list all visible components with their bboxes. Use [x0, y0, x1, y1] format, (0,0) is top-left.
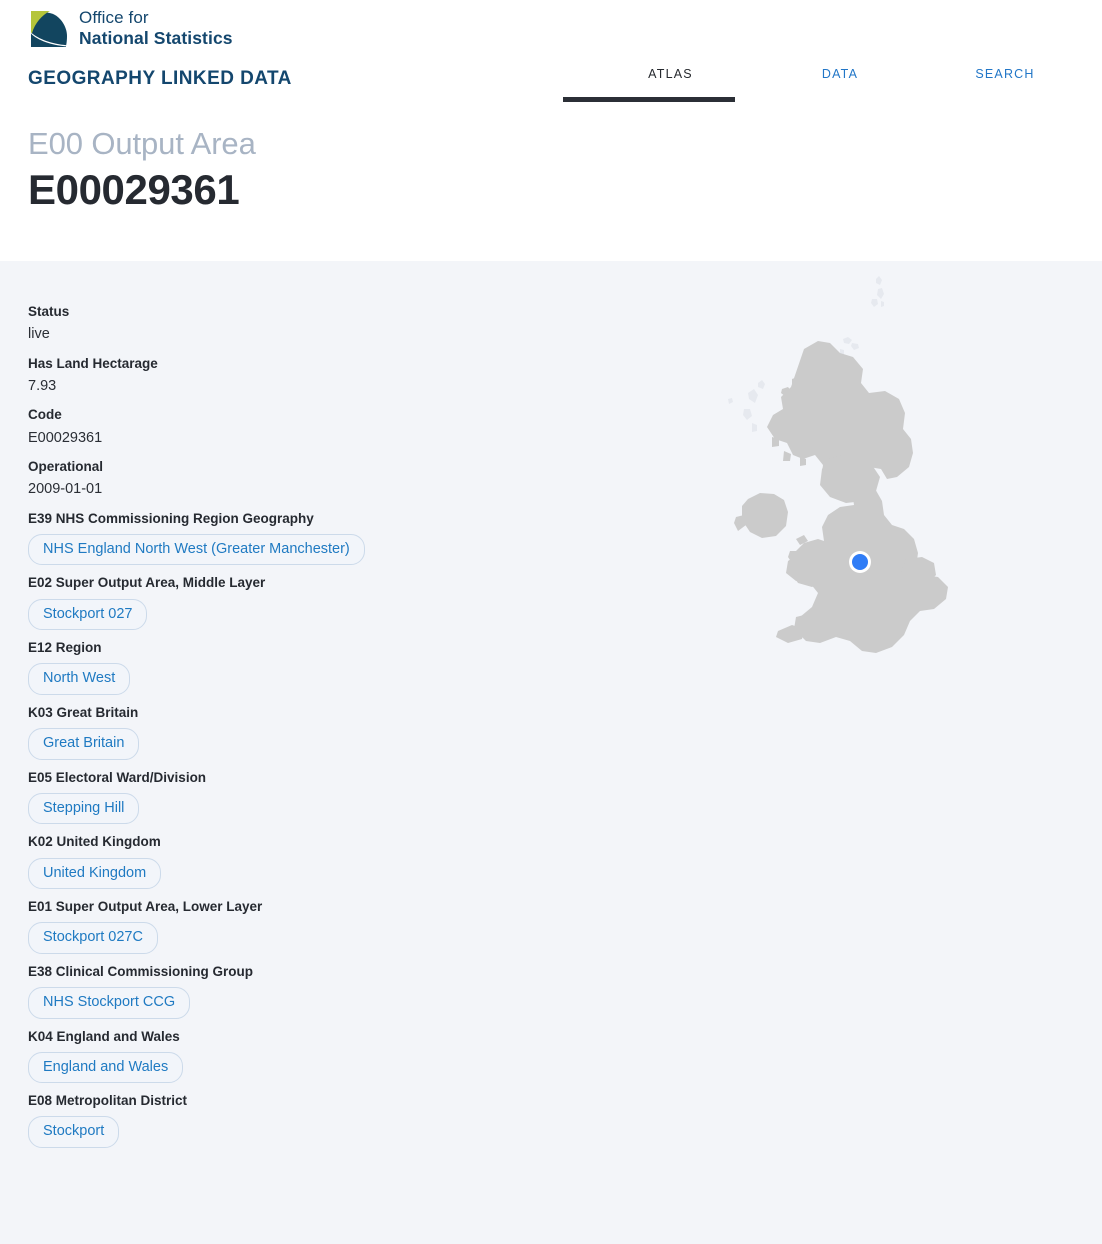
property-value: E00029361	[28, 429, 103, 446]
property-pill-link[interactable]: North West	[28, 663, 131, 695]
property-label: K03 Great Britain	[28, 704, 139, 720]
property-row: E39 NHS Commissioning Region Geography NH…	[28, 501, 628, 566]
property-row: K04 England and Wales England and Wales	[28, 1019, 628, 1084]
property-row: Has Land Hectarage 7.93	[28, 346, 628, 398]
page-title-kind: E00 Output Area	[28, 126, 256, 161]
property-pill-link[interactable]: Stockport 027	[28, 598, 148, 631]
uk-locator-map[interactable]	[700, 271, 980, 671]
property-pill-link[interactable]: NHS England North West (Greater Manchest…	[28, 533, 365, 566]
property-pill-group: NHS Stockport CCG	[28, 981, 628, 1019]
property-pill-group: North West	[28, 657, 628, 695]
brand-line-office-for: Office for	[79, 8, 149, 27]
property-label: E12 Region	[28, 640, 102, 656]
property-label: Operational	[28, 459, 104, 475]
property-pill-group: Great Britain	[28, 722, 628, 760]
property-label: Has Land Hectarage	[28, 355, 158, 371]
property-label: Status	[28, 304, 70, 319]
property-list: Status live Has Land Hectarage 7.93 Code E000…	[28, 294, 628, 1148]
property-pill-link[interactable]: Great Britain	[28, 728, 140, 760]
ons-brand-text: Office for National Statistics	[79, 6, 233, 49]
brand-line-national-statistics: National Statistics	[79, 28, 233, 49]
ons-brand[interactable]: Office for National Statistics	[28, 6, 233, 51]
property-row: E05 Electoral Ward/Division Stepping Hill	[28, 760, 628, 825]
nav-tab-atlas[interactable]: ATLAS	[563, 60, 778, 81]
property-pill-link[interactable]: NHS Stockport CCG	[28, 987, 191, 1019]
property-label: K04 England and Wales	[28, 1028, 180, 1044]
property-label: E38 Clinical Commissioning Group	[28, 963, 254, 979]
uk-locator-map-svg	[700, 271, 980, 671]
property-row: Status live	[28, 294, 628, 346]
page-title: E00 Output Area E00029361	[28, 126, 256, 216]
property-row: E08 Metropolitan District Stockport	[28, 1083, 628, 1148]
property-pill-link[interactable]: Stockport	[28, 1116, 120, 1148]
content-area: Status live Has Land Hectarage 7.93 Code E000…	[0, 261, 1102, 1244]
property-pill-group: England and Wales	[28, 1046, 628, 1084]
property-label: E05 Electoral Ward/Division	[28, 769, 207, 785]
property-value: 7.93	[28, 377, 57, 394]
property-label: E39 NHS Commissioning Region Geography	[28, 510, 314, 526]
property-label: E01 Super Output Area, Lower Layer	[28, 899, 263, 915]
property-label: E08 Metropolitan District	[28, 1093, 188, 1109]
property-pill-group: Stepping Hill	[28, 787, 628, 825]
property-label: E02 Super Output Area, Middle Layer	[28, 575, 266, 591]
property-pill-group: Stockport 027C	[28, 916, 628, 954]
property-row: K03 Great Britain Great Britain	[28, 695, 628, 760]
ons-logo-icon	[30, 10, 68, 47]
property-label: Code	[28, 407, 62, 423]
property-pill-group: United Kingdom	[28, 852, 628, 890]
property-row: E12 Region North West	[28, 630, 628, 695]
property-pill-group: NHS England North West (Greater Manchest…	[28, 528, 628, 566]
property-row: E02 Super Output Area, Middle Layer Stock…	[28, 565, 628, 631]
page-title-code: E00029361	[28, 166, 240, 214]
nav-tab-data[interactable]: DATA	[755, 60, 925, 81]
property-row: E01 Super Output Area, Lower Layer Stockp…	[28, 889, 628, 954]
site-title: GEOGRAPHY LINKED DATA	[28, 68, 292, 89]
site-header: Office for National Statistics GEOGRAPHY…	[0, 0, 1102, 261]
property-pill-group: Stockport	[28, 1110, 628, 1148]
property-row: K02 United Kingdom United Kingdom	[28, 824, 628, 890]
map-location-marker[interactable]	[849, 551, 871, 573]
property-pill-group: Stockport 027	[28, 593, 628, 631]
property-pill-link[interactable]: Stockport 027C	[28, 922, 158, 954]
property-pill-link[interactable]: Stepping Hill	[28, 792, 140, 825]
property-label: K02 United Kingdom	[28, 834, 161, 850]
nav-active-underline	[563, 97, 735, 102]
property-value: 2009-01-01	[28, 481, 103, 498]
property-pill-link[interactable]: England and Wales	[28, 1051, 184, 1084]
property-value: live	[28, 326, 50, 343]
property-row: Operational 2009-01-01	[28, 449, 628, 501]
property-row: Code E00029361	[28, 397, 628, 449]
main-nav: ATLAS DATA SEARCH	[520, 60, 1080, 105]
property-row: E38 Clinical Commissioning Group NHS Stoc…	[28, 954, 628, 1019]
nav-tab-search[interactable]: SEARCH	[920, 60, 1090, 81]
property-pill-link[interactable]: United Kingdom	[28, 857, 162, 890]
